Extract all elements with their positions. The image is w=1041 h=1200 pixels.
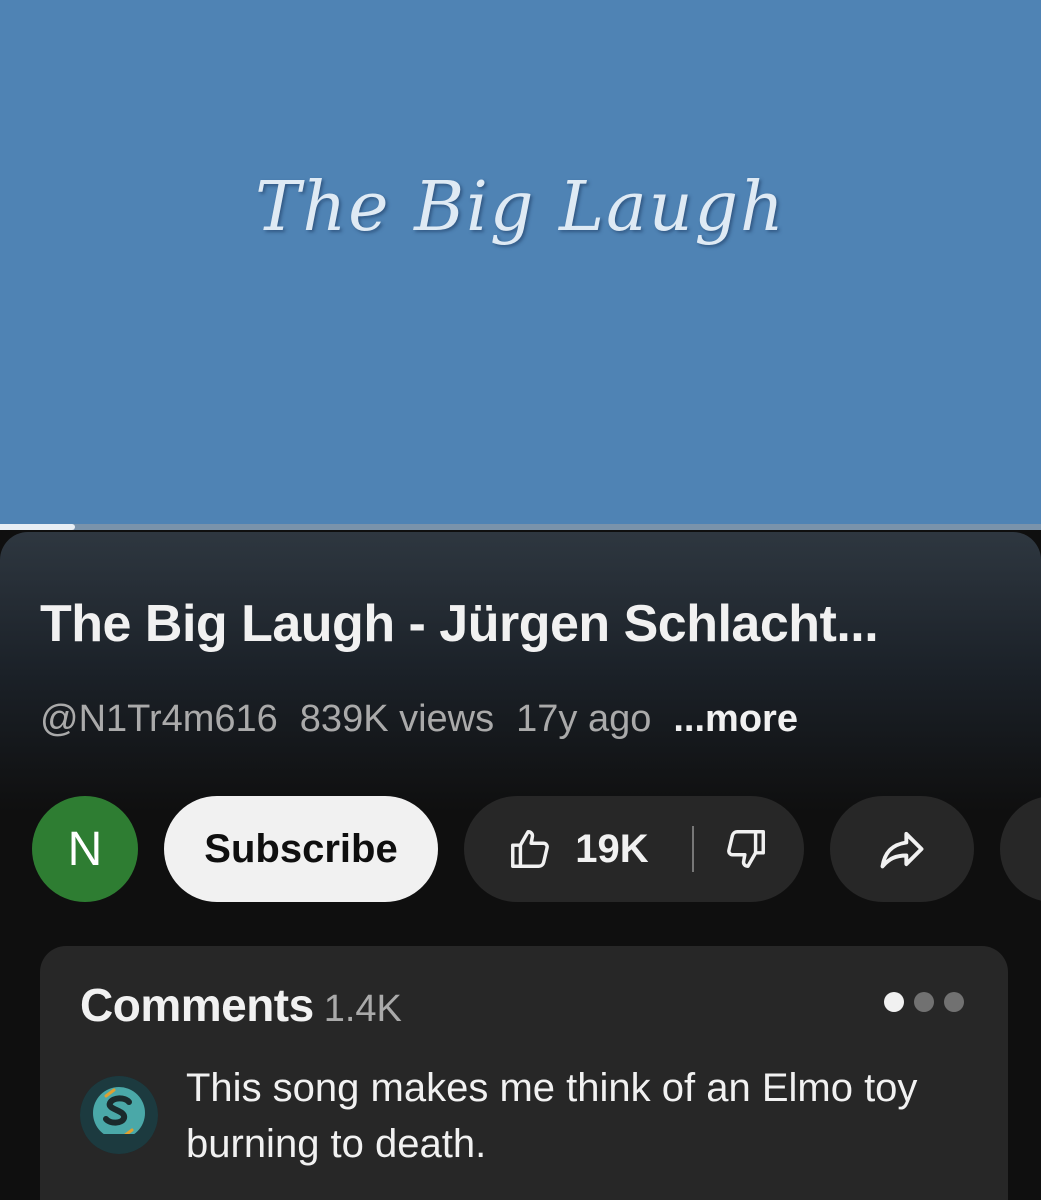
like-dislike-group: 19K: [464, 796, 804, 902]
video-frame-title-card: The Big Laugh: [255, 168, 786, 247]
dislike-button[interactable]: [696, 796, 796, 902]
page-dot: [944, 992, 964, 1012]
channel-avatar[interactable]: N: [32, 796, 138, 902]
video-info-panel: The Big Laugh - Jürgen Schlacht... @N1Tr…: [0, 532, 1041, 1200]
comment-page-indicator: [884, 992, 964, 1012]
share-icon: [880, 831, 924, 869]
thumb-up-icon: [511, 830, 550, 868]
share-button[interactable]: [830, 796, 974, 902]
commenter-avatar-icon: [80, 1076, 158, 1154]
like-count: 19K: [575, 826, 649, 871]
more-link[interactable]: ...more: [673, 698, 798, 740]
upload-age: 17y ago: [516, 698, 652, 740]
thumb-down-icon: [727, 830, 765, 868]
like-divider: [692, 826, 694, 872]
comments-header: Comments 1.4K: [80, 978, 402, 1032]
page-dot: [884, 992, 904, 1012]
progress-bar-fill: [0, 524, 75, 530]
commenter-avatar[interactable]: [80, 1076, 158, 1154]
comments-card[interactable]: Comments 1.4K This song makes me think of…: [40, 946, 1008, 1200]
top-comment-text: This song makes me think of an Elmo toy …: [186, 1066, 918, 1166]
video-title[interactable]: The Big Laugh - Jürgen Schlacht...: [40, 594, 1020, 654]
subscribe-button[interactable]: Subscribe: [164, 796, 438, 902]
channel-handle[interactable]: @N1Tr4m616: [40, 698, 278, 740]
like-button[interactable]: 19K: [464, 796, 692, 902]
progress-bar[interactable]: [0, 524, 1041, 530]
view-count: 839K views: [299, 698, 495, 740]
watch-page: The Big Laugh The Big Laugh - Jürgen Sch…: [0, 0, 1041, 1200]
video-metadata[interactable]: @N1Tr4m616 839K views 17y ago ...more: [40, 698, 798, 741]
video-player[interactable]: The Big Laugh: [0, 0, 1041, 530]
comments-title: Comments: [80, 979, 314, 1031]
more-actions-button[interactable]: [1000, 796, 1041, 902]
page-dot: [914, 992, 934, 1012]
comments-count: 1.4K: [323, 988, 402, 1030]
